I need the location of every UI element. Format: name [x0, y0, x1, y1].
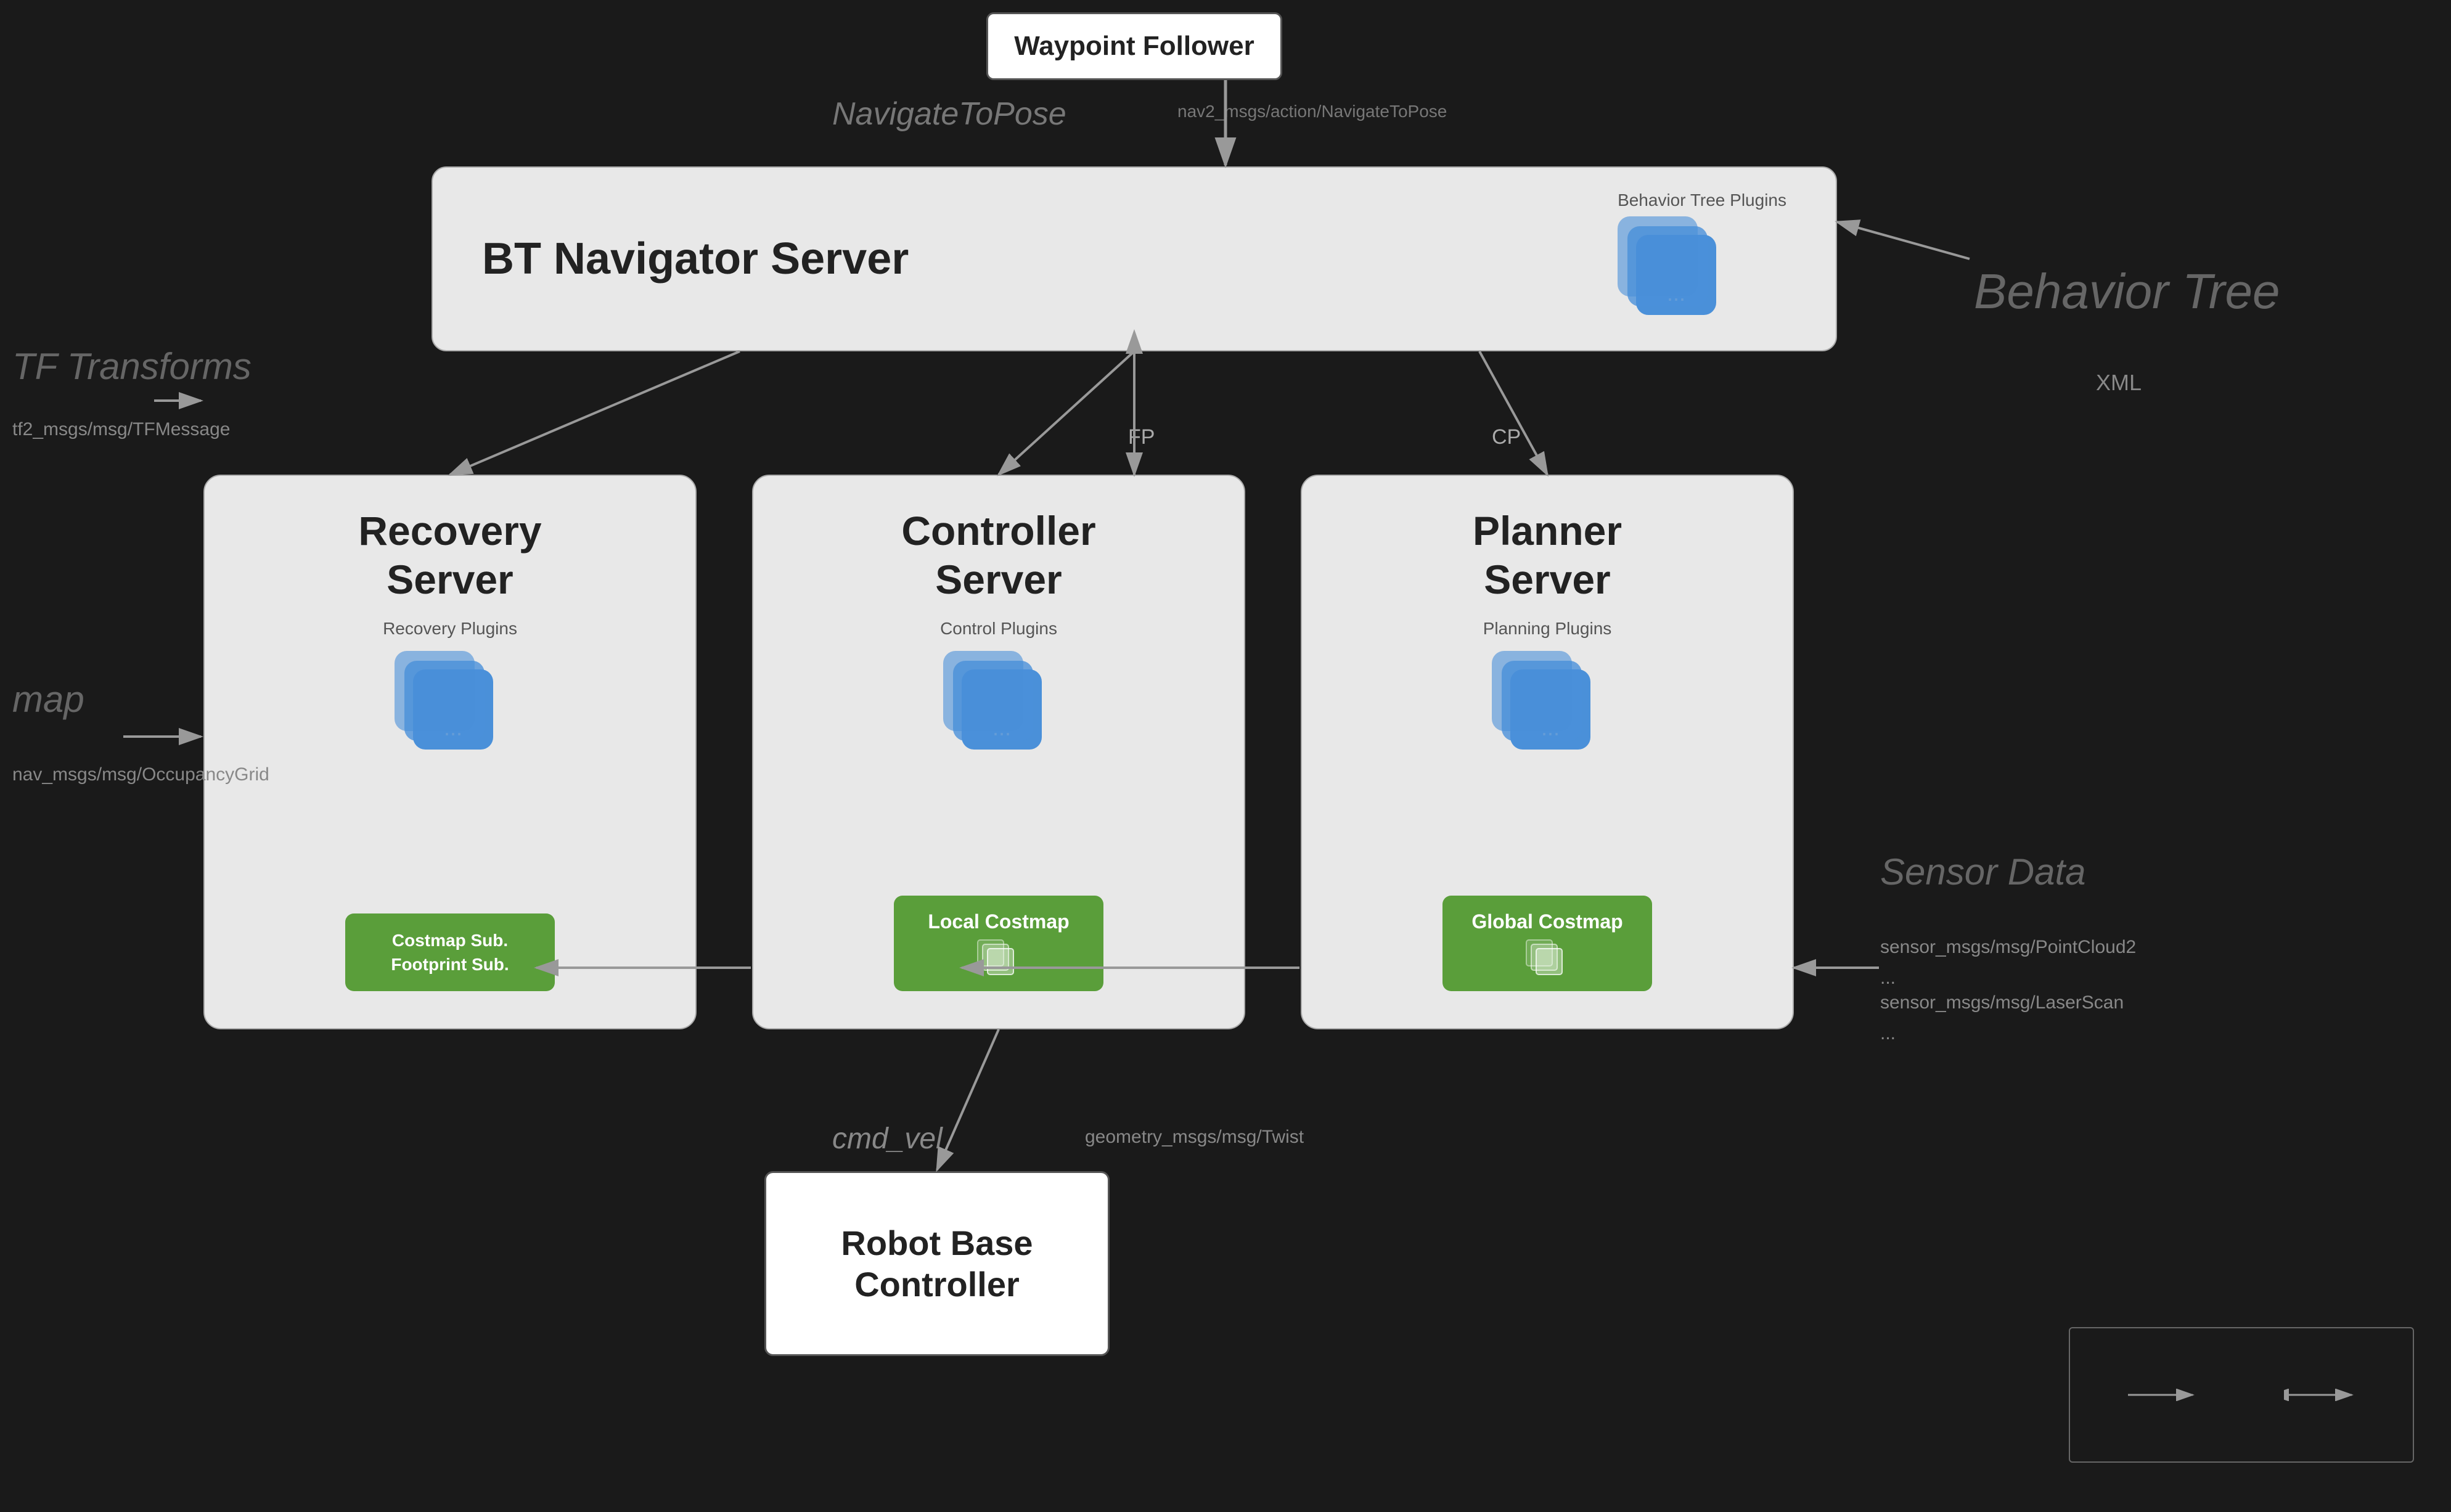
- map-msg: nav_msgs/msg/OccupancyGrid: [12, 764, 269, 785]
- bt-navigator-title: BT Navigator Server: [482, 234, 1618, 284]
- planner-costmap-box: Global Costmap: [1442, 896, 1652, 991]
- sensor-data-label: Sensor Data: [1880, 851, 2086, 893]
- fp-label: FP: [1128, 425, 1155, 449]
- planner-plugin-stack: ...: [1492, 651, 1603, 762]
- planner-plugins-label: Planning Plugins: [1483, 619, 1612, 639]
- sensor-msg3: sensor_msgs/msg/LaserScan: [1880, 992, 2124, 1013]
- recovery-plugins-label: Recovery Plugins: [383, 619, 517, 639]
- waypoint-title: Waypoint Follower: [1014, 31, 1254, 62]
- controller-plugin-stack: ...: [943, 651, 1054, 762]
- tf-transforms-label: TF Transforms: [12, 345, 252, 388]
- map-label: map: [12, 678, 84, 721]
- cmdvel-label: cmd_vel: [832, 1122, 943, 1156]
- recovery-plugin-stack: ...: [395, 651, 505, 762]
- planner-costmap-label: Global Costmap: [1471, 910, 1622, 933]
- robot-base-controller-box: Robot Base Controller: [764, 1171, 1110, 1356]
- navigate-msg: nav2_msgs/action/NavigateToPose: [1177, 102, 1447, 121]
- sensor-msg4: ...: [1880, 1023, 1896, 1044]
- controller-plugins-label: Control Plugins: [940, 619, 1057, 639]
- recovery-costmap-box: Costmap Sub. Footprint Sub.: [345, 913, 555, 991]
- bt-navigator-box: BT Navigator Server Behavior Tree Plugin…: [432, 166, 1837, 351]
- legend-arrow1: [2125, 1389, 2199, 1401]
- controller-costmap-label: Local Costmap: [928, 910, 1069, 933]
- bt-plugin-stack: ...: [1618, 216, 1729, 327]
- legend-arrow2: [2284, 1389, 2358, 1401]
- waypoint-follower-box: Waypoint Follower: [986, 12, 1282, 80]
- robot-base-title: Robot Base Controller: [841, 1222, 1033, 1305]
- sensor-msg1: sensor_msgs/msg/PointCloud2: [1880, 937, 2136, 958]
- cp-label: CP: [1492, 425, 1521, 449]
- planner-server-box: Planner Server Planning Plugins ... Glob…: [1301, 475, 1794, 1029]
- controller-server-box: Controller Server Control Plugins ... Lo…: [752, 475, 1245, 1029]
- controller-costmap-box: Local Costmap: [894, 896, 1103, 991]
- planner-server-title: Planner Server: [1473, 507, 1622, 604]
- cmdvel-msg: geometry_msgs/msg/Twist: [1085, 1127, 1304, 1148]
- recovery-costmap-label: Costmap Sub. Footprint Sub.: [391, 928, 509, 976]
- bt-xml-label: XML: [2096, 370, 2142, 396]
- legend-box: [2069, 1327, 2414, 1463]
- tf-msg: tf2_msgs/msg/TFMessage: [12, 419, 230, 440]
- navigate-label: NavigateToPose: [832, 96, 1066, 133]
- bt-right-label: Behavior Tree: [1974, 263, 2280, 320]
- recovery-server-title: Recovery Server: [358, 507, 541, 604]
- sensor-msg2: ...: [1880, 968, 1896, 989]
- controller-server-title: Controller Server: [901, 507, 1095, 604]
- bt-plugins-label: Behavior Tree Plugins: [1618, 190, 1786, 210]
- recovery-server-box: Recovery Server Recovery Plugins ... Cos…: [203, 475, 697, 1029]
